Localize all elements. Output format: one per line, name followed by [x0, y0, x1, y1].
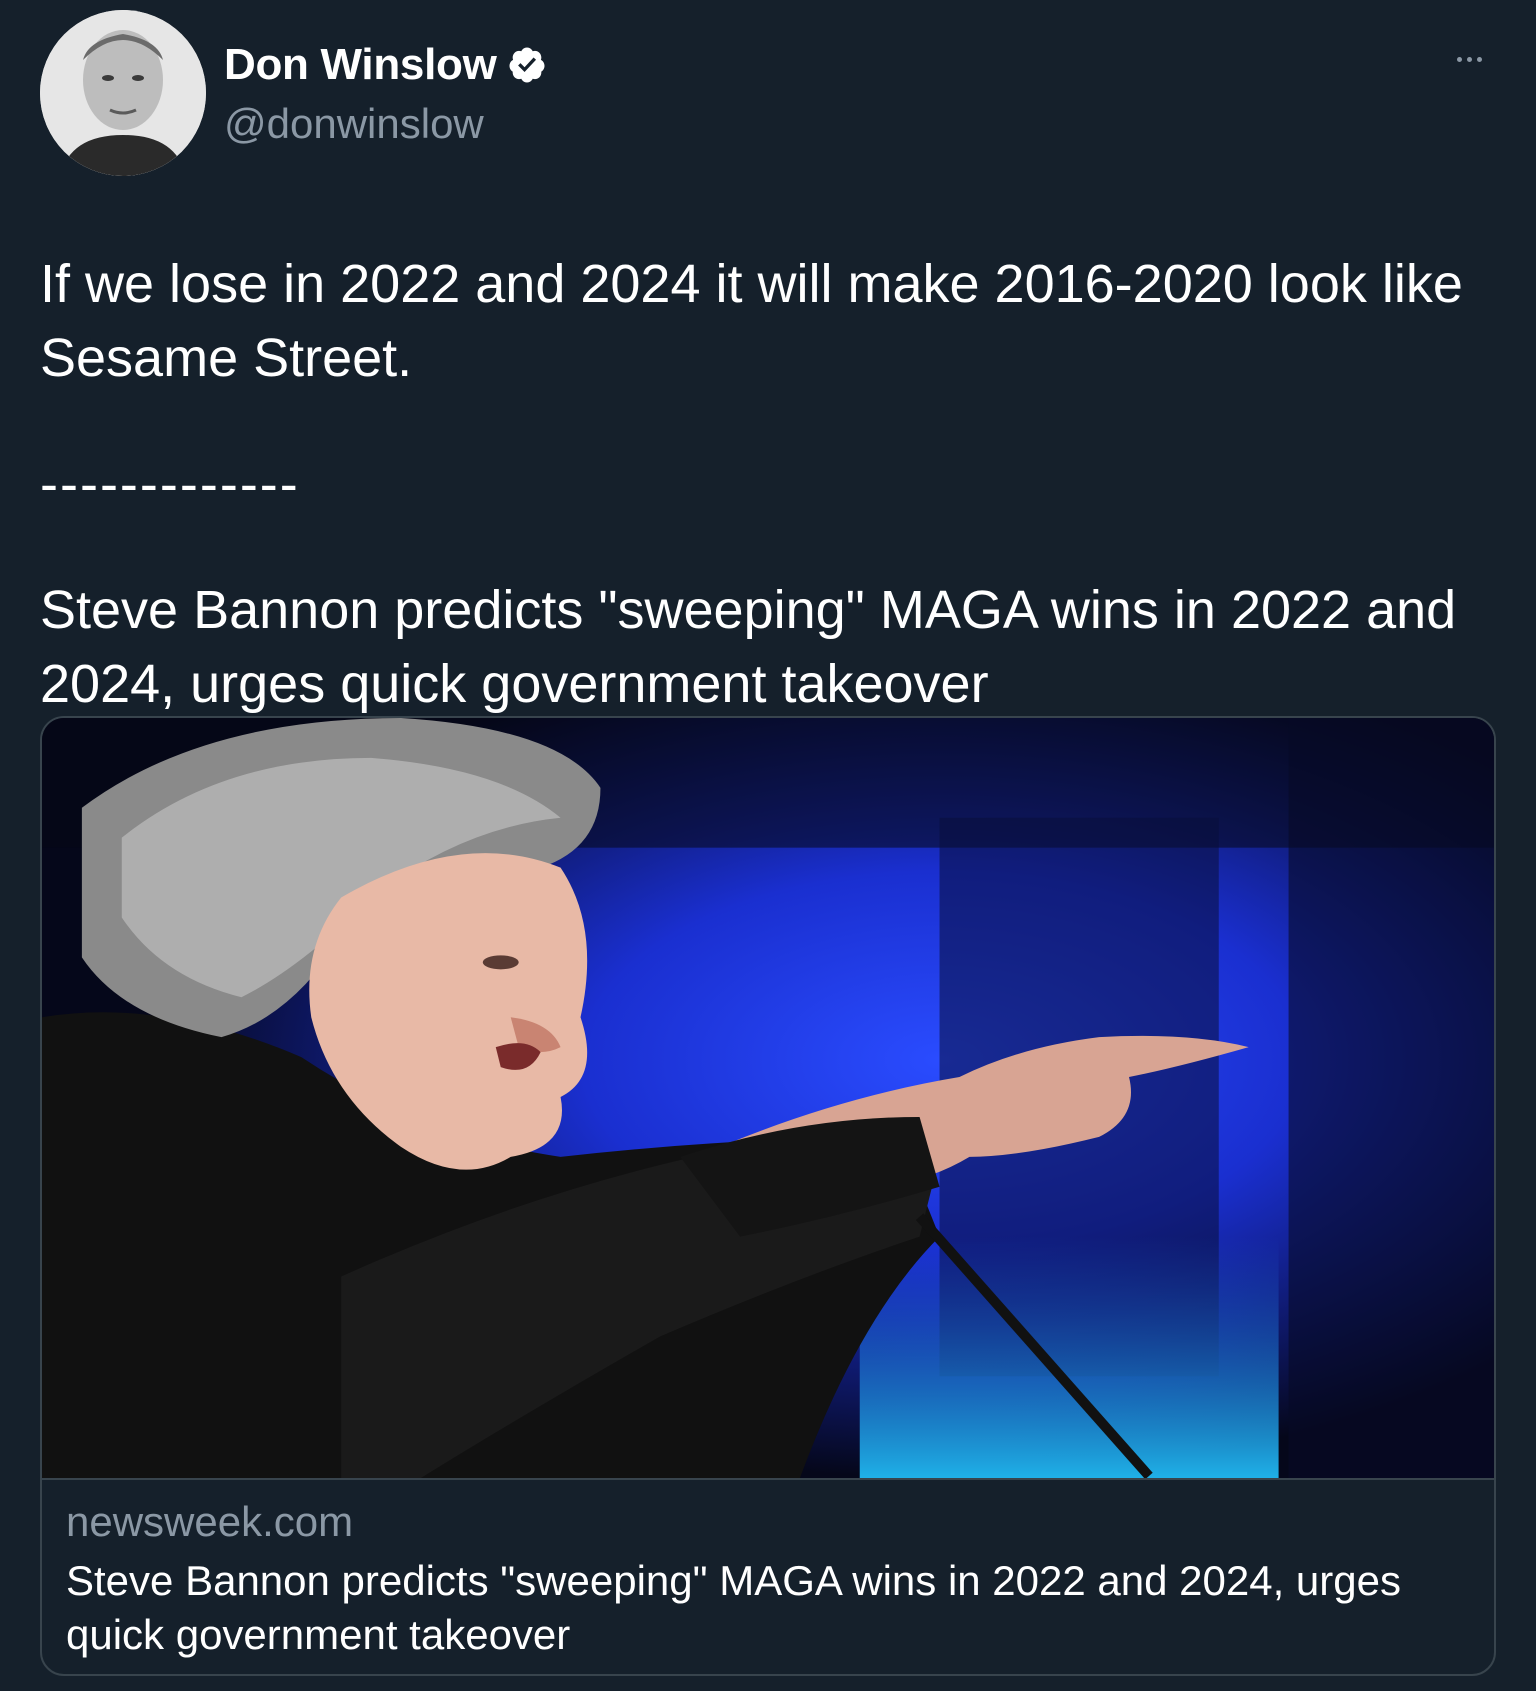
more-dot — [1466, 56, 1472, 62]
more-dot — [1456, 56, 1462, 62]
tweet-container: Don Winslow @donwinslow If we lose in 20… — [0, 0, 1536, 1691]
card-domain: newsweek.com — [66, 1498, 354, 1545]
author-handle[interactable]: @donwinslow — [224, 100, 484, 148]
card-title: Steve Bannon predicts "sweeping" MAGA wi… — [66, 1557, 1401, 1658]
author-name-row: Don Winslow — [224, 40, 547, 90]
author-avatar[interactable] — [40, 10, 206, 176]
more-options-icon[interactable] — [1444, 44, 1494, 74]
tweet-separator: ------------- — [40, 454, 300, 514]
tweet-quoted-headline: Steve Bannon predicts "sweeping" MAGA wi… — [40, 580, 1457, 714]
card-image[interactable] — [42, 718, 1494, 1480]
tweet-text-line: If we lose in 2022 and 2024 it will make… — [40, 254, 1463, 388]
tweet-text: If we lose in 2022 and 2024 it will make… — [40, 247, 1500, 721]
avatar-photo — [40, 10, 206, 176]
link-preview-card[interactable]: newsweek.com Steve Bannon predicts "swee… — [40, 716, 1496, 1676]
verified-badge-icon — [508, 47, 544, 83]
author-display-name[interactable]: Don Winslow — [224, 40, 497, 90]
more-dot — [1476, 56, 1482, 62]
card-photo — [42, 718, 1494, 1478]
